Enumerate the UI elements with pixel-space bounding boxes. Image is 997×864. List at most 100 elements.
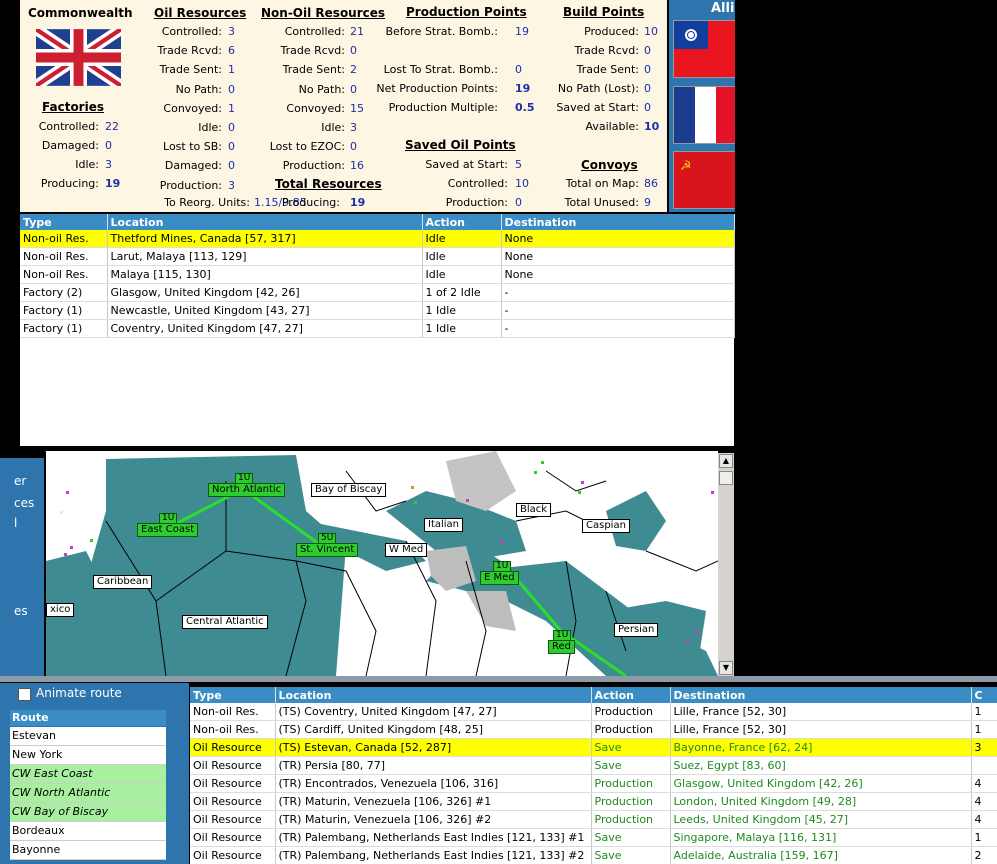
route-list-item[interactable]: Bordeaux <box>10 822 166 841</box>
route-list-item[interactable]: CW North Atlantic <box>10 784 166 803</box>
sea-zone-caspian[interactable]: Caspian <box>582 519 630 533</box>
sea-zone-e-med[interactable]: E Med <box>480 571 519 585</box>
sea-zone-black[interactable]: Black <box>516 503 552 517</box>
statistics-panel: Commonwealth Factories Controlled: 22 Dama… <box>20 0 667 212</box>
fac-rows-label-2: Idle: <box>75 158 99 171</box>
nation-flag-china[interactable] <box>673 20 735 78</box>
bp-rows-label-4: Saved at Start: <box>556 101 639 114</box>
ussr-flag-icon: ☭ <box>674 152 735 208</box>
nonoil-rows-value-7: 16 <box>350 159 364 173</box>
convoy-count-e-med: 1U <box>493 561 512 572</box>
trade-cell: 2 <box>971 846 997 864</box>
trade-table-row[interactable]: Oil Resource (TR) Palembang, Netherlands … <box>190 846 997 864</box>
trade-cell: Save <box>591 846 671 864</box>
allies-tab-label[interactable]: Alli <box>711 1 734 16</box>
oil-rows-label-1: Trade Rcvd: <box>157 44 222 58</box>
resource-col-header-0[interactable]: Type <box>20 214 108 230</box>
trade-cell: Production <box>591 720 671 739</box>
trade-cell: (TS) Cardiff, United Kingdom [48, 25] <box>275 720 592 739</box>
oil-rows-value-7: 0 <box>228 159 235 173</box>
oil-rows-label-0: Controlled: <box>161 25 222 38</box>
pp-rows-label-0: Before Strat. Bomb.: <box>385 25 498 38</box>
route-list-item[interactable]: CW Bay of Biscay <box>10 803 166 822</box>
trade-cell: 3 <box>971 738 997 757</box>
bp-rows-label-0: Produced: <box>584 25 639 38</box>
trade-col-header-3[interactable]: Destination <box>670 687 972 703</box>
trade-cell: Production <box>591 810 671 829</box>
trade-cell: (TR) Maturin, Venezuela [106, 326] #1 <box>275 792 592 811</box>
sea-zone-w-med[interactable]: W Med <box>385 543 428 557</box>
nonoil-rows-label-2: Trade Sent: <box>282 63 345 77</box>
land-label-mexico[interactable]: xico <box>46 603 75 617</box>
resource-table-row[interactable]: Factory (2) Glasgow, United Kingdom [42, … <box>20 283 735 302</box>
trade-cell: Save <box>591 738 671 757</box>
route-list-item[interactable]: CW East Coast <box>10 765 166 784</box>
trade-table-row[interactable]: Oil Resource (TS) Estevan, Canada [52, 28… <box>190 738 997 757</box>
trade-table-row[interactable]: Oil Resource (TR) Encontrados, Venezuela … <box>190 774 997 793</box>
sea-zone-east-coast[interactable]: East Coast <box>137 523 199 537</box>
nation-flag-france[interactable] <box>673 86 735 144</box>
trade-cell: (TR) Palembang, Netherlands East Indies … <box>275 846 592 864</box>
nonoil-rows-label-4: Convoyed: <box>286 101 345 115</box>
allies-flag-panel: ☭ <box>669 0 735 212</box>
resource-col-header-1[interactable]: Location <box>107 214 423 230</box>
world-map[interactable]: North Atlantic 1U East Coast 1U Bay of B… <box>46 451 718 676</box>
trade-col-header-0[interactable]: Type <box>190 687 276 703</box>
scroll-thumb[interactable] <box>719 471 733 485</box>
cv-rows-label-1: Total Unused: <box>564 196 639 209</box>
trade-table-row[interactable]: Oil Resource (TR) Maturin, Venezuela [106… <box>190 810 997 829</box>
trade-col-header-2[interactable]: Action <box>591 687 671 703</box>
left-strip-text-2: ces <box>14 496 35 510</box>
sea-zone-bay-of-biscay[interactable]: Bay of Biscay <box>311 483 387 497</box>
route-list-item[interactable]: Bayonne <box>10 841 166 860</box>
oil-rows-label-8: Production: <box>159 178 222 192</box>
resource-cell: - <box>501 319 735 338</box>
resource-cell: Larut, Malaya [113, 129] <box>107 247 423 266</box>
pp-rows-value-3: 0.5 <box>515 101 535 114</box>
oil-rows-value-8: 3 <box>228 178 235 192</box>
nation-flag-ussr[interactable]: ☭ <box>673 151 735 209</box>
trade-cell: 1 <box>971 828 997 847</box>
resource-table-row[interactable]: Non-oil Res. Larut, Malaya [113, 129] Idle… <box>20 247 735 266</box>
france-flag-icon <box>674 87 735 143</box>
trade-table-row[interactable]: Non-oil Res. (TS) Cardiff, United Kingdom… <box>190 720 997 739</box>
resource-table-row[interactable]: Non-oil Res. Thetford Mines, Canada [57, … <box>20 230 735 248</box>
scroll-down-arrow-icon[interactable]: ▼ <box>719 661 733 675</box>
resource-table-row[interactable]: Factory (1) Coventry, United Kingdom [47,… <box>20 319 735 338</box>
trade-table-row[interactable]: Non-oil Res. (TS) Coventry, United Kingdo… <box>190 703 997 721</box>
sea-zone-persian[interactable]: Persian <box>614 623 659 637</box>
scroll-up-arrow-icon[interactable]: ▲ <box>719 454 733 468</box>
resource-cell: Factory (2) <box>20 283 108 302</box>
route-list-item[interactable]: New York <box>10 746 166 765</box>
fac-rows-label-0: Controlled: <box>38 120 99 133</box>
route-list-item[interactable]: Estevan <box>10 727 166 746</box>
left-strip-text-3: l <box>14 516 18 530</box>
trade-col-header-4[interactable]: C <box>971 687 997 703</box>
sea-zone-red[interactable]: Red <box>548 640 575 654</box>
resource-col-header-2[interactable]: Action <box>422 214 502 230</box>
resource-table-row[interactable]: Non-oil Res. Malaya [115, 130] Idle None <box>20 265 735 284</box>
resource-cell: None <box>501 265 735 284</box>
resource-table-row[interactable]: Factory (1) Newcastle, United Kingdom [43… <box>20 301 735 320</box>
animate-route-checkbox[interactable] <box>18 688 31 701</box>
resource-cell: 1 Idle <box>422 301 502 320</box>
trade-cell: Lille, France [52, 30] <box>670 703 972 721</box>
pp-rows-value-2: 19 <box>515 82 531 95</box>
sea-zone-central-atlantic[interactable]: Central Atlantic <box>182 615 268 629</box>
map-vertical-scrollbar[interactable]: ▲ ▼ <box>718 453 734 676</box>
sea-zone-st-vincent[interactable]: St. Vincent <box>296 543 359 557</box>
pp-rows-value-1: 0 <box>515 63 522 76</box>
resource-cell: Idle <box>422 247 502 266</box>
sea-zone-caribbean[interactable]: Caribbean <box>93 575 153 589</box>
trade-col-header-1[interactable]: Location <box>275 687 592 703</box>
trade-table-row[interactable]: Oil Resource (TR) Maturin, Venezuela [106… <box>190 792 997 811</box>
trade-table-row[interactable]: Oil Resource (TR) Palembang, Netherlands … <box>190 828 997 847</box>
splitter-bar[interactable] <box>0 676 997 682</box>
trade-cell: Adelaide, Australia [159, 167] <box>670 846 972 864</box>
resource-col-header-3[interactable]: Destination <box>501 214 735 230</box>
build-points-heading: Build Points <box>563 5 645 19</box>
trade-table-row[interactable]: Oil Resource (TR) Persia [80, 77] Save Suez… <box>190 756 997 775</box>
nonoil-rows-label-7: Production: <box>282 159 345 173</box>
sea-zone-north-atlantic[interactable]: North Atlantic <box>208 483 286 497</box>
sea-zone-italian[interactable]: Italian <box>424 518 464 532</box>
